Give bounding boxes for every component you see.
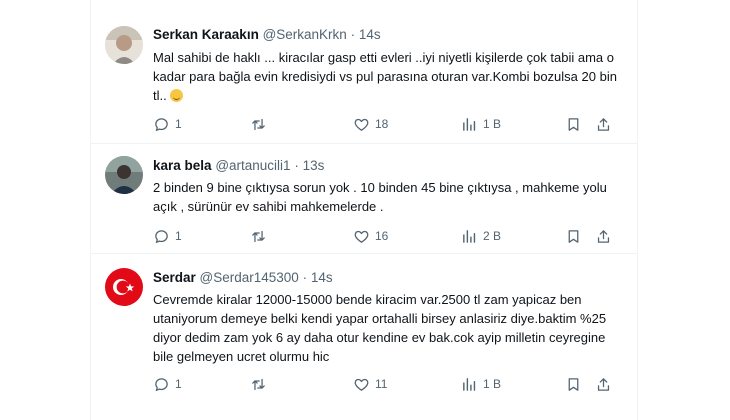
retweet-button[interactable]	[250, 114, 272, 134]
views-icon	[461, 376, 478, 393]
retweet-icon	[250, 228, 267, 245]
bookmark-icon	[565, 376, 582, 393]
reply-count: 1	[175, 117, 182, 131]
timestamp[interactable]: 13s	[303, 158, 325, 173]
share-icon	[595, 376, 612, 393]
tweet-text: Mal sahibi de haklı ... kiracılar gasp e…	[153, 48, 623, 105]
tweet-actions: 1 16 2 B	[153, 226, 633, 246]
like-icon	[353, 376, 370, 393]
like-button[interactable]: 18	[353, 114, 388, 134]
views-button[interactable]: 1 B	[461, 374, 501, 394]
tweet-actions: 1 18 1 B	[153, 114, 633, 134]
separator-dot: ·	[350, 27, 356, 42]
bookmark-icon	[565, 116, 582, 133]
tweet-text: 2 binden 9 bine çıktıysa sorun yok . 10 …	[153, 180, 611, 214]
bookmark-icon	[565, 228, 582, 245]
bookmark-button[interactable]	[565, 374, 582, 394]
like-count: 16	[375, 229, 389, 243]
retweet-button[interactable]	[250, 374, 272, 394]
tweet-text: Cevremde kiralar 12000-15000 bende kirac…	[153, 292, 610, 364]
reply-button[interactable]: 1	[153, 114, 182, 134]
bookmark-button[interactable]	[565, 226, 582, 246]
tweet-header: Serkan Karaakın @SerkanKrkn · 14s	[153, 27, 381, 42]
like-count: 18	[375, 117, 389, 131]
grinning-face-emoji-icon	[170, 89, 184, 102]
avatar[interactable]	[105, 26, 143, 64]
reply-count: 1	[175, 377, 182, 391]
user-handle[interactable]: @Serdar145300	[200, 270, 299, 285]
tweet-2[interactable]: kara bela @artanucili1 · 13s 2 binden 9 …	[91, 144, 637, 254]
timestamp[interactable]: 14s	[359, 27, 381, 42]
retweet-icon	[250, 376, 267, 393]
views-button[interactable]: 2 B	[461, 226, 501, 246]
retweet-icon	[250, 116, 267, 133]
separator-dot: ·	[302, 270, 308, 285]
reply-count: 1	[175, 229, 182, 243]
like-icon	[353, 228, 370, 245]
share-button[interactable]	[595, 114, 612, 134]
like-count: 11	[375, 377, 388, 391]
display-name[interactable]: Serdar	[153, 270, 196, 285]
tweet-actions: 1 11 1 B	[153, 374, 633, 394]
views-button[interactable]: 1 B	[461, 114, 501, 134]
tweet-text-content: Mal sahibi de haklı ... kiracılar gasp e…	[153, 50, 621, 103]
separator-dot: ·	[294, 158, 299, 173]
share-icon	[595, 228, 612, 245]
views-count: 1 B	[483, 117, 502, 131]
share-icon	[595, 116, 612, 133]
avatar[interactable]	[105, 156, 143, 194]
tweet-header: kara bela @artanucili1 · 13s	[153, 158, 324, 173]
reply-button[interactable]: 1	[153, 374, 182, 394]
like-button[interactable]: 16	[353, 226, 388, 246]
bookmark-button[interactable]	[565, 114, 582, 134]
display-name[interactable]: Serkan Karaakın	[153, 27, 259, 42]
views-count: 1 B	[483, 377, 502, 391]
avatar[interactable]	[105, 268, 143, 306]
turkish-flag-icon	[105, 268, 143, 306]
reply-icon	[153, 228, 170, 245]
user-handle[interactable]: @artanucili1	[215, 158, 290, 173]
display-name[interactable]: kara bela	[153, 158, 212, 173]
tweet-feed: Serkan Karaakın @SerkanKrkn · 14s Mal sa…	[90, 0, 638, 420]
views-icon	[461, 228, 478, 245]
tweet-1[interactable]: Serkan Karaakın @SerkanKrkn · 14s Mal sa…	[91, 0, 637, 144]
user-handle[interactable]: @SerkanKrkn	[263, 27, 347, 42]
reply-icon	[153, 376, 170, 393]
share-button[interactable]	[595, 374, 612, 394]
reply-icon	[153, 116, 170, 133]
views-count: 2 B	[483, 229, 502, 243]
reply-button[interactable]: 1	[153, 226, 182, 246]
views-icon	[461, 116, 478, 133]
like-button[interactable]: 11	[353, 374, 387, 394]
tweet-3[interactable]: Serdar @Serdar145300 · 14s Cevremde kira…	[91, 254, 637, 420]
tweet-header: Serdar @Serdar145300 · 14s	[153, 270, 333, 285]
share-button[interactable]	[595, 226, 612, 246]
like-icon	[353, 116, 370, 133]
retweet-button[interactable]	[250, 226, 272, 246]
timestamp[interactable]: 14s	[311, 270, 333, 285]
